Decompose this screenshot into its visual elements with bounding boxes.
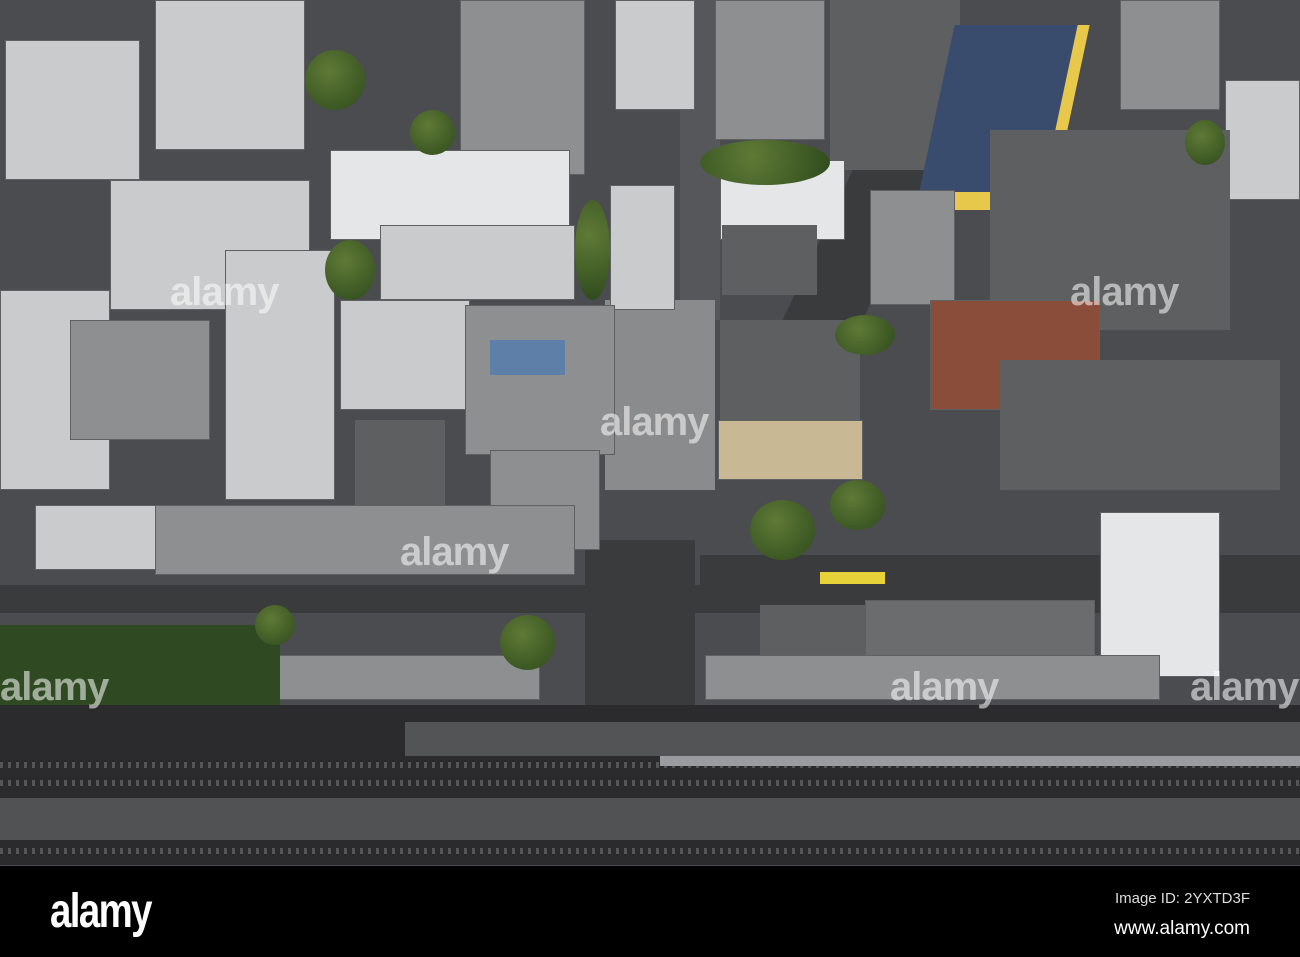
stock-photo-frame: alamy alamy alamy alamy alamy alamy alam… bbox=[0, 0, 1300, 957]
tree bbox=[575, 200, 610, 300]
train bbox=[660, 756, 1300, 766]
glass-roof bbox=[490, 340, 565, 375]
platform bbox=[405, 722, 1300, 756]
building bbox=[1225, 80, 1300, 200]
tree bbox=[325, 240, 375, 300]
watermark: alamy bbox=[1190, 665, 1299, 709]
watermark: alamy bbox=[1070, 270, 1179, 314]
site-url: www.alamy.com bbox=[1114, 918, 1250, 939]
tree bbox=[305, 50, 365, 110]
image-id: Image ID: 2YXTD3F bbox=[1114, 890, 1250, 907]
building bbox=[1120, 0, 1220, 110]
public-square bbox=[605, 300, 715, 490]
tree bbox=[835, 315, 895, 355]
alamy-logo: alamy bbox=[50, 885, 152, 938]
building bbox=[155, 505, 575, 575]
watermark: alamy bbox=[600, 400, 709, 444]
watermark: alamy bbox=[170, 270, 279, 314]
watermark: alamy bbox=[400, 530, 509, 574]
building bbox=[460, 0, 585, 175]
parking-lot bbox=[865, 600, 1095, 658]
bus bbox=[820, 572, 885, 584]
platform bbox=[0, 798, 1300, 840]
white-tower bbox=[1100, 512, 1220, 677]
building bbox=[35, 505, 160, 570]
footer-bar: alamy Image ID: 2YXTD3F www.alamy.com bbox=[0, 866, 1300, 957]
building bbox=[610, 185, 675, 310]
building bbox=[722, 225, 817, 295]
tree bbox=[500, 615, 555, 670]
building bbox=[615, 0, 695, 110]
building bbox=[70, 320, 210, 440]
tree bbox=[255, 605, 295, 645]
historic-building bbox=[718, 420, 863, 480]
track bbox=[0, 780, 1300, 786]
building bbox=[715, 0, 825, 140]
watermark: alamy bbox=[890, 665, 999, 709]
building bbox=[380, 225, 575, 300]
tree bbox=[700, 140, 830, 185]
road-junction bbox=[585, 540, 695, 710]
building bbox=[465, 305, 615, 455]
tree bbox=[750, 500, 815, 560]
station-entrance bbox=[760, 605, 865, 655]
building bbox=[1000, 360, 1280, 490]
building bbox=[155, 0, 305, 150]
tree bbox=[830, 480, 885, 530]
building bbox=[340, 300, 470, 410]
building bbox=[870, 190, 955, 305]
track bbox=[0, 848, 1300, 854]
building bbox=[5, 40, 140, 180]
tree bbox=[410, 110, 455, 155]
tree bbox=[1185, 120, 1225, 165]
aerial-city-photo: alamy alamy alamy alamy alamy alamy alam… bbox=[0, 0, 1300, 866]
building bbox=[275, 655, 540, 700]
watermark: alamy bbox=[0, 665, 109, 709]
